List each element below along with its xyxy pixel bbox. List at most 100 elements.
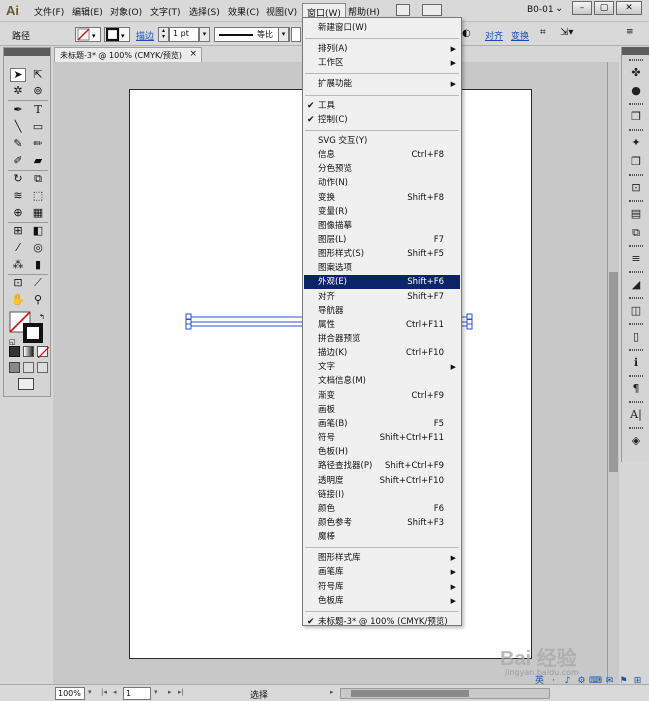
color-button[interactable]	[9, 346, 20, 357]
ime-settings-icon[interactable]: ⚙	[575, 675, 588, 687]
brush-definition-field[interactable]	[291, 27, 301, 42]
vertical-scrollbar[interactable]	[607, 62, 619, 684]
line-tool-icon[interactable]: ╲	[10, 120, 26, 134]
fill-swatch[interactable]: ▾	[75, 27, 101, 42]
window-menu-item[interactable]: 变量(R)	[304, 205, 460, 219]
gradient-tool-icon[interactable]: ◧	[30, 224, 46, 238]
window-menu-item[interactable]: 图形样式(S) Shift+F5	[304, 247, 460, 261]
appearance-panel-icon[interactable]: ▯	[626, 329, 646, 345]
window-menu-item[interactable]: 动作(N)	[304, 176, 460, 190]
transparency-panel-icon[interactable]: ◫	[626, 303, 646, 319]
zoom-dropdown-icon[interactable]: ▾	[88, 688, 92, 696]
menu-object[interactable]: 对象(O)	[110, 5, 142, 18]
stroke-weight-field[interactable]: 1 pt	[169, 27, 199, 42]
blob-brush-tool-icon[interactable]: ✐	[10, 154, 26, 168]
window-menu-item[interactable]: 图层(L) F7	[304, 233, 460, 247]
ime-keyboard-icon[interactable]: ⌨	[589, 675, 602, 687]
horizontal-scroll-thumb[interactable]	[351, 690, 469, 697]
window-menu-item[interactable]: 文字 ▶	[304, 360, 460, 374]
window-menu-item[interactable]: 拼合器预览	[304, 332, 460, 346]
ime-mail-icon[interactable]: ✉	[603, 675, 616, 687]
draw-behind-icon[interactable]	[23, 362, 34, 373]
window-menu-item[interactable]: 外观(E) Shift+F6	[304, 275, 460, 290]
magic-wand-tool-icon[interactable]: ✲	[10, 84, 26, 98]
window-menu-item[interactable]: 链接(I)	[304, 488, 460, 502]
pencil-tool-icon[interactable]: ✏	[30, 137, 46, 151]
menu-select[interactable]: 选择(S)	[189, 5, 220, 18]
artboard-tool-icon[interactable]: ⊡	[10, 276, 26, 290]
color-panel-icon[interactable]: ✤	[626, 65, 646, 81]
window-menu-item[interactable]: 画笔(B) F5	[304, 417, 460, 431]
stroke-weight-stepper[interactable]: ▴ ▾	[158, 27, 169, 42]
menu-view[interactable]: 视图(V)	[266, 5, 297, 18]
window-menu-item[interactable]: 色板库 ▶	[304, 594, 460, 608]
none-button[interactable]	[37, 346, 50, 359]
window-menu-item[interactable]: 颜色 F6	[304, 502, 460, 516]
menu-file[interactable]: 文件(F)	[34, 5, 64, 18]
eraser-tool-icon[interactable]: ▰	[30, 154, 46, 168]
window-menu-item[interactable]: SVG 交互(Y)	[304, 134, 460, 148]
select-similar-icon[interactable]: ⇲▾	[560, 27, 573, 38]
screen-mode-icon[interactable]	[18, 378, 34, 390]
layers-panel-icon[interactable]: ◈	[626, 433, 646, 449]
slice-tool-icon[interactable]: ⟋	[30, 276, 46, 290]
artboard-dropdown-icon[interactable]: ▾	[154, 688, 158, 696]
ime-punctuation-icon[interactable]: ·	[547, 675, 560, 687]
panel-menu-icon[interactable]: ≡	[626, 27, 634, 37]
transform-panel-link[interactable]: 变换	[511, 29, 529, 42]
menu-type[interactable]: 文字(T)	[150, 5, 181, 18]
window-menu-item[interactable]: 画笔库 ▶	[304, 565, 460, 579]
close-button[interactable]: ✕	[616, 1, 642, 15]
ime-voice-icon[interactable]: ♪	[561, 675, 574, 687]
blend-tool-icon[interactable]: ◎	[30, 241, 46, 255]
window-menu-item[interactable]: 排列(A) ▶	[304, 42, 460, 56]
window-menu-item[interactable]: 路径查找器(P) Shift+Ctrl+F9	[304, 459, 460, 473]
info-panel-icon[interactable]: ℹ	[626, 355, 646, 371]
swatches-panel-icon[interactable]: ❐	[626, 109, 646, 125]
recolor-artwork-icon[interactable]: ◐	[462, 28, 471, 39]
symbol-sprayer-tool-icon[interactable]: ⁂	[10, 258, 26, 272]
shape-builder-tool-icon[interactable]: ⊕	[10, 206, 26, 220]
perspective-grid-tool-icon[interactable]: ▦	[30, 206, 46, 220]
rectangle-tool-icon[interactable]: ▭	[30, 120, 46, 134]
window-menu-item[interactable]: ✔ 控制(C)	[304, 113, 460, 127]
graph-tool-icon[interactable]: ▮	[30, 258, 46, 272]
window-menu-item[interactable]: 描边(K) Ctrl+F10	[304, 346, 460, 360]
window-menu-item[interactable]: 符号 Shift+Ctrl+F11	[304, 431, 460, 445]
window-menu-item[interactable]: ✔ 未标题-3* @ 100% (CMYK/预览)	[304, 615, 460, 629]
window-menu-item[interactable]: ✔ 工具	[304, 99, 460, 113]
transform-panel-icon[interactable]: ⊡	[626, 180, 646, 196]
window-menu-item[interactable]: 画板	[304, 403, 460, 417]
free-transform-tool-icon[interactable]: ⬚	[30, 189, 46, 203]
window-menu-item[interactable]: 符号库 ▶	[304, 580, 460, 594]
window-menu-item[interactable]: 信息 Ctrl+F8	[304, 148, 460, 162]
restore-button[interactable]: ▢	[594, 1, 614, 15]
stroke-weight-dropdown[interactable]: ▾	[199, 27, 210, 42]
window-menu-item[interactable]: 透明度 Shift+Ctrl+F10	[304, 474, 460, 488]
menu-effect[interactable]: 效果(C)	[228, 5, 259, 18]
window-menu-item[interactable]: 图形样式库 ▶	[304, 551, 460, 565]
character-panel-icon[interactable]: A|	[626, 407, 646, 423]
window-menu-item[interactable]: 变换 Shift+F8	[304, 191, 460, 205]
paragraph-panel-icon[interactable]: ¶	[626, 381, 646, 397]
lasso-tool-icon[interactable]: ⊚	[30, 84, 46, 98]
pen-tool-icon[interactable]: ✒	[10, 103, 26, 117]
direct-selection-tool-icon[interactable]: ⇱	[30, 68, 46, 82]
window-menu-item[interactable]: 属性 Ctrl+F11	[304, 318, 460, 332]
first-artboard-icon[interactable]: |◂	[101, 688, 107, 696]
ime-flag-icon[interactable]: ⚑	[617, 675, 630, 687]
hand-tool-icon[interactable]: ✋	[10, 293, 26, 307]
align-panel-link[interactable]: 对齐	[485, 29, 503, 42]
gradient-button[interactable]	[23, 346, 34, 357]
window-menu-item[interactable]: 颜色参考 Shift+F3	[304, 516, 460, 530]
draw-inside-icon[interactable]	[37, 362, 48, 373]
rotate-tool-icon[interactable]: ↻	[10, 172, 26, 186]
scale-tool-icon[interactable]: ⧉	[30, 172, 46, 186]
window-menu-item[interactable]: 图案选项	[304, 261, 460, 275]
dock-header[interactable]	[622, 47, 649, 55]
window-menu-item[interactable]: 对齐 Shift+F7	[304, 290, 460, 304]
tools-panel-header[interactable]	[4, 48, 50, 56]
window-menu-item[interactable]: 渐变 Ctrl+F9	[304, 389, 460, 403]
arrange-documents-icon[interactable]	[422, 4, 442, 16]
window-menu-item[interactable]: 导航器	[304, 304, 460, 318]
